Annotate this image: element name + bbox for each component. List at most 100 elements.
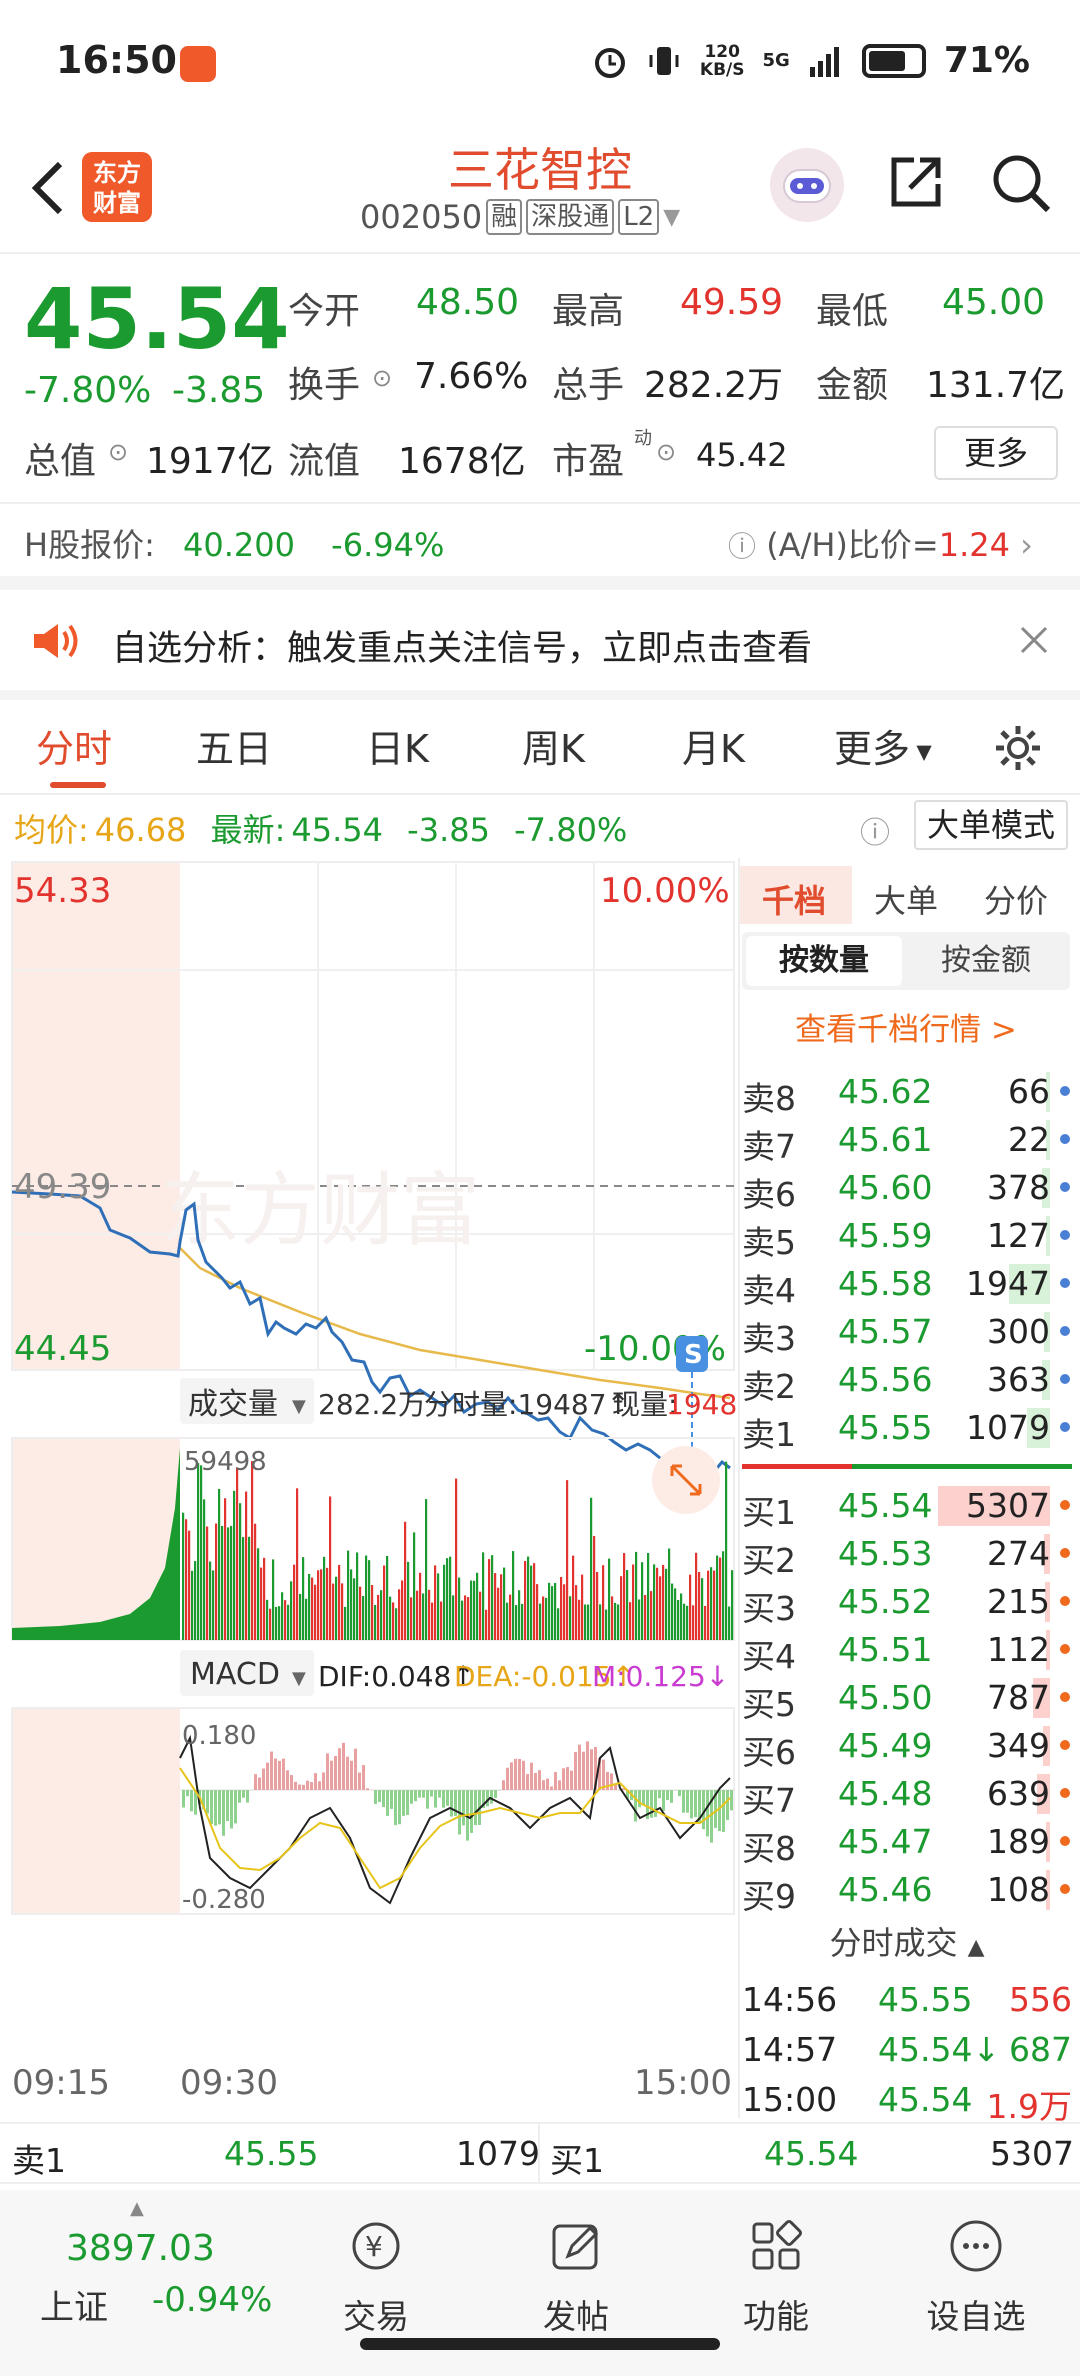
macd-bar [326, 1753, 329, 1790]
info-icon[interactable]: ⊙ [656, 438, 676, 466]
macd-bar [190, 1790, 193, 1812]
tab-daily-k[interactable]: 日K [366, 718, 429, 773]
nav-trade[interactable]: ¥ 交易 [306, 2218, 446, 2338]
volume-bar [305, 1598, 308, 1640]
bid-row[interactable]: 买2 45.53 274 [742, 1530, 1072, 1580]
float-label: 流值 [288, 441, 361, 482]
tab-five-day[interactable]: 五日 [196, 718, 272, 773]
tab-minute[interactable]: 分时 [36, 718, 112, 773]
by-amount-option[interactable]: 按金额 [908, 936, 1064, 986]
info-icon[interactable]: ⊙ [372, 364, 392, 392]
nav-functions[interactable]: 功能 [706, 2218, 846, 2338]
volume-bar [548, 1582, 551, 1640]
ask-price: 45.57 [838, 1312, 933, 1351]
bid-price: 45.49 [838, 1726, 933, 1765]
nav-add-watchlist[interactable]: 设自选 [906, 2218, 1046, 2338]
bid-label: 买5 [742, 1685, 796, 1724]
macd-bar [290, 1775, 293, 1790]
macd-bar [246, 1790, 249, 1803]
divider [0, 252, 1080, 254]
question-icon: ⓘ [728, 530, 757, 563]
change-amount: -3.85 [172, 370, 266, 411]
bid-row[interactable]: 买8 45.47 189 [742, 1818, 1072, 1868]
best-bid-price: 45.54 [764, 2134, 859, 2173]
bid-dot [1060, 1500, 1070, 1510]
volume-bar [380, 1590, 383, 1640]
macd-bar [658, 1790, 661, 1799]
volume-bar [614, 1602, 617, 1640]
ask-row[interactable]: 卖8 45.62 66 [742, 1068, 1072, 1118]
share-icon[interactable] [886, 152, 946, 212]
more-button[interactable]: 更多 [934, 426, 1058, 480]
volume-bar [530, 1565, 533, 1640]
pe-value: 45.42 [696, 436, 788, 474]
bid-row[interactable]: 买3 45.52 215 [742, 1578, 1072, 1628]
volume-bar [242, 1537, 245, 1640]
bid-row[interactable]: 买6 45.49 349 [742, 1722, 1072, 1772]
depth-link[interactable]: 查看千档行情 > [740, 1004, 1072, 1049]
macd-bar [302, 1784, 305, 1790]
volume-bar [677, 1600, 680, 1640]
question-icon[interactable]: ⓘ [860, 808, 890, 852]
volume-bar [320, 1569, 323, 1640]
close-icon[interactable] [1016, 622, 1052, 658]
volume-bar [341, 1583, 344, 1640]
macd-bar [386, 1790, 389, 1816]
volume-bar [476, 1572, 479, 1640]
tab-weekly-k[interactable]: 周K [522, 718, 585, 773]
trade-icon: ¥ [352, 2222, 400, 2270]
macd-bar [434, 1790, 437, 1808]
tick-volume: 687 [1009, 2030, 1072, 2069]
macd-bar [566, 1767, 569, 1790]
assistant-robot-icon[interactable] [770, 148, 844, 222]
stock-code-line[interactable]: 002050 融 深股通 L2 ▼ [360, 198, 680, 236]
macd-bar [330, 1760, 333, 1790]
big-order-mode-button[interactable]: 大单模式 [914, 800, 1068, 850]
ask-label: 卖4 [742, 1271, 796, 1310]
macd-bottom-label: -0.280 [182, 1885, 266, 1915]
by-quantity-option[interactable]: 按数量 [746, 936, 902, 986]
bid-label: 买8 [742, 1829, 796, 1868]
ask-row[interactable]: 卖1 45.55 1079 [742, 1404, 1072, 1454]
ask-row[interactable]: 卖3 45.57 300 [742, 1308, 1072, 1358]
signal-banner[interactable]: 自选分析：触发重点关注信号，立即点击查看 [0, 590, 1080, 690]
bid-row[interactable]: 买4 45.51 112 [742, 1626, 1072, 1676]
macd-bar [186, 1790, 189, 1797]
info-icon[interactable]: ⊙ [108, 438, 128, 466]
open-label: 今开 [288, 291, 361, 332]
ask-dot [1060, 1326, 1070, 1336]
ask-row[interactable]: 卖5 45.59 127 [742, 1212, 1072, 1262]
mktcap-value: 1917亿 [146, 441, 274, 482]
volume-bar [464, 1595, 467, 1640]
bid-row[interactable]: 买9 45.46 108 [742, 1866, 1072, 1916]
tab-depth[interactable]: 千档 [762, 876, 826, 922]
tab-more[interactable]: 更多 ▼ [834, 718, 932, 773]
volume-bar [203, 1499, 206, 1640]
tab-monthly-k[interactable]: 月K [682, 718, 745, 773]
h-share-row[interactable]: H股报价: 40.200 -6.94% [24, 520, 444, 566]
tab-big-orders[interactable]: 大单 [874, 876, 938, 922]
ask-price: 45.61 [838, 1120, 933, 1159]
volume-bar [698, 1572, 701, 1640]
intraday-chart[interactable]: 东方财富 54.33 10.00% 49.39 44.45 -10.00% S … [0, 858, 740, 2120]
volume-bar [314, 1584, 317, 1640]
tab-price-dist[interactable]: 分价 [984, 876, 1048, 922]
bid-row[interactable]: 买5 45.50 787 [742, 1674, 1072, 1724]
ah-ratio[interactable]: ⓘ (A/H)比价=1.24 › [728, 520, 1033, 566]
ask-row[interactable]: 卖4 45.58 1947 [742, 1260, 1072, 1310]
ask-row[interactable]: 卖2 45.56 363 [742, 1356, 1072, 1406]
search-icon[interactable] [990, 152, 1052, 214]
macd-bar [526, 1774, 529, 1790]
status-time: 16:50 [56, 38, 177, 82]
macd-bar [690, 1790, 693, 1819]
ask-row[interactable]: 卖7 45.61 22 [742, 1116, 1072, 1166]
volume-bar [650, 1591, 653, 1640]
index-value[interactable]: 3897.03 [66, 2228, 215, 2269]
ticks-title[interactable]: 分时成交 ▲ [742, 1918, 1072, 1964]
bid-volume: 274 [987, 1534, 1050, 1573]
settings-gear-icon[interactable] [992, 722, 1044, 774]
bid-row[interactable]: 买7 45.48 639 [742, 1770, 1072, 1820]
ask-row[interactable]: 卖6 45.60 378 [742, 1164, 1072, 1214]
nav-post[interactable]: 发帖 [506, 2218, 646, 2338]
bid-row[interactable]: 买1 45.54 5307 [742, 1482, 1072, 1532]
